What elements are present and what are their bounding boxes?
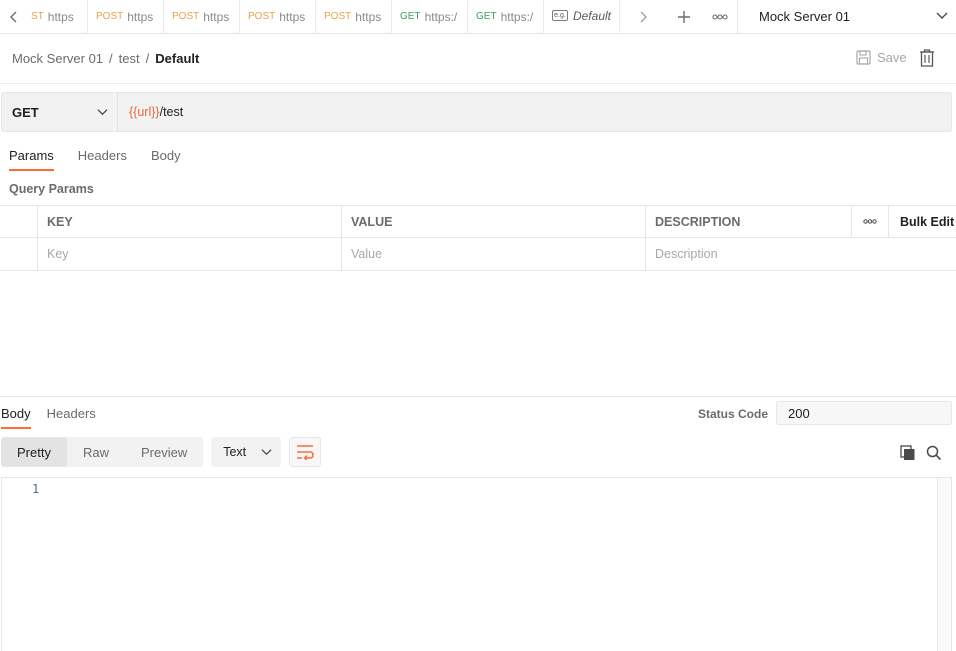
breadcrumb-collection[interactable]: Mock Server 01 — [12, 51, 103, 66]
open-tabs: ST https POST https POST https POST http… — [27, 0, 620, 33]
save-button[interactable]: Save — [856, 50, 907, 65]
example-tab-active[interactable]: e.g. Default — [544, 0, 620, 33]
tab-method: POST — [248, 11, 276, 22]
search-button[interactable] — [926, 445, 942, 464]
url-input[interactable]: {{url}}/test — [118, 93, 951, 131]
environment-select[interactable]: Mock Server 01 — [737, 0, 956, 33]
method-value: GET — [12, 104, 39, 120]
trash-icon — [920, 49, 934, 67]
row-checkbox-cell — [0, 238, 38, 270]
breadcrumb-example[interactable]: Default — [155, 51, 199, 66]
chevron-down-icon — [936, 12, 948, 19]
column-header-value: VALUE — [342, 206, 646, 237]
tab-url: https:/ — [500, 9, 534, 24]
table-header-row: KEY VALUE DESCRIPTION Bulk Edit — [0, 205, 956, 238]
environment-label: Mock Server 01 — [759, 9, 851, 24]
key-input[interactable]: Key — [38, 238, 342, 270]
status-code-input[interactable]: 200 — [776, 401, 952, 425]
response-tab-body[interactable]: Body — [1, 406, 31, 429]
breadcrumb-separator: / — [109, 51, 113, 66]
breadcrumb-request[interactable]: test — [119, 51, 140, 66]
chevron-down-icon — [97, 109, 108, 116]
url-variable: {{url}} — [129, 105, 160, 119]
tab-params[interactable]: Params — [9, 148, 54, 171]
chevron-right-icon — [640, 11, 647, 22]
request-tabs: Params Headers Body — [9, 148, 181, 171]
copy-button[interactable] — [900, 445, 916, 464]
query-params-label: Query Params — [9, 182, 94, 196]
response-header: Body Headers Status Code 200 — [0, 396, 956, 430]
tab-url: https — [47, 9, 74, 24]
tab-url: https — [355, 9, 382, 24]
view-preview-button[interactable]: Preview — [125, 437, 203, 467]
line-number: 1 — [32, 482, 40, 496]
tab-url: https:/ — [424, 9, 458, 24]
tab-method: POST — [324, 11, 352, 22]
wrap-lines-icon — [297, 445, 314, 460]
request-tab[interactable]: GET https:/ — [468, 0, 544, 33]
request-tab[interactable]: POST https — [164, 0, 240, 33]
tabs-scroll-right-button[interactable] — [620, 0, 666, 33]
breadcrumb: Mock Server 01 / test / Default — [12, 51, 199, 66]
new-tab-button[interactable] — [666, 0, 702, 33]
tab-label: Default — [572, 8, 611, 23]
tab-headers[interactable]: Headers — [78, 148, 127, 171]
view-mode-group: Pretty Raw Preview — [1, 437, 204, 467]
tab-method: GET — [400, 11, 421, 22]
delete-button[interactable] — [919, 49, 935, 70]
tab-options-button[interactable] — [702, 0, 738, 33]
tab-body[interactable]: Body — [151, 148, 181, 171]
example-icon: e.g. — [552, 10, 568, 21]
response-view-toolbar: Pretty Raw Preview Text — [1, 437, 322, 467]
value-input[interactable]: Value — [342, 238, 646, 270]
request-tab[interactable]: ST https — [27, 0, 88, 33]
request-url-bar: GET {{url}}/test — [1, 92, 952, 132]
tab-method: GET — [476, 11, 497, 22]
tab-url: https — [279, 9, 306, 24]
language-select[interactable]: Text — [211, 437, 282, 467]
response-tab-headers[interactable]: Headers — [47, 406, 96, 429]
query-params-table: KEY VALUE DESCRIPTION Bulk Edit Key Valu… — [0, 205, 956, 271]
status-code-label: Status Code — [698, 407, 769, 421]
column-header-key: KEY — [38, 206, 342, 237]
breadcrumb-separator: / — [145, 51, 150, 66]
tabs-scroll-left-button[interactable] — [0, 0, 27, 33]
tab-url: https — [203, 9, 230, 24]
language-value: Text — [223, 445, 247, 459]
bulk-edit-button[interactable]: Bulk Edit — [889, 206, 956, 237]
request-tab[interactable]: POST https — [88, 0, 164, 33]
method-select[interactable]: GET — [2, 93, 118, 131]
editor-scrollbar[interactable] — [937, 478, 951, 651]
tab-method: ST — [31, 11, 44, 22]
view-raw-button[interactable]: Raw — [67, 437, 125, 467]
response-body-editor[interactable]: 1 — [1, 477, 952, 651]
plus-icon — [678, 10, 690, 23]
more-horizontal-icon — [712, 13, 728, 20]
description-input[interactable]: Description — [646, 238, 956, 270]
copy-icon — [900, 445, 915, 460]
response-tabs: Body Headers — [1, 406, 96, 429]
search-icon — [926, 445, 942, 461]
request-tab[interactable]: POST https — [240, 0, 316, 33]
tab-method: POST — [172, 11, 200, 22]
view-pretty-button[interactable]: Pretty — [1, 437, 67, 467]
save-icon — [856, 50, 871, 65]
request-tab[interactable]: GET https:/ — [392, 0, 468, 33]
column-header-description: DESCRIPTION — [646, 206, 852, 237]
more-horizontal-icon — [863, 219, 877, 224]
chevron-left-icon — [9, 11, 16, 22]
header-bar: Mock Server 01 / test / Default Save — [0, 34, 956, 84]
request-tab[interactable]: POST https — [316, 0, 392, 33]
save-label: Save — [877, 50, 907, 65]
table-header-spacer — [0, 206, 38, 237]
tab-url: https — [127, 9, 154, 24]
chevron-down-icon — [261, 449, 272, 456]
column-options-button[interactable] — [852, 206, 889, 237]
url-path: /test — [159, 105, 184, 119]
wrap-lines-button[interactable] — [289, 437, 322, 467]
tab-method: POST — [96, 11, 124, 22]
table-row: Key Value Description — [0, 238, 956, 271]
